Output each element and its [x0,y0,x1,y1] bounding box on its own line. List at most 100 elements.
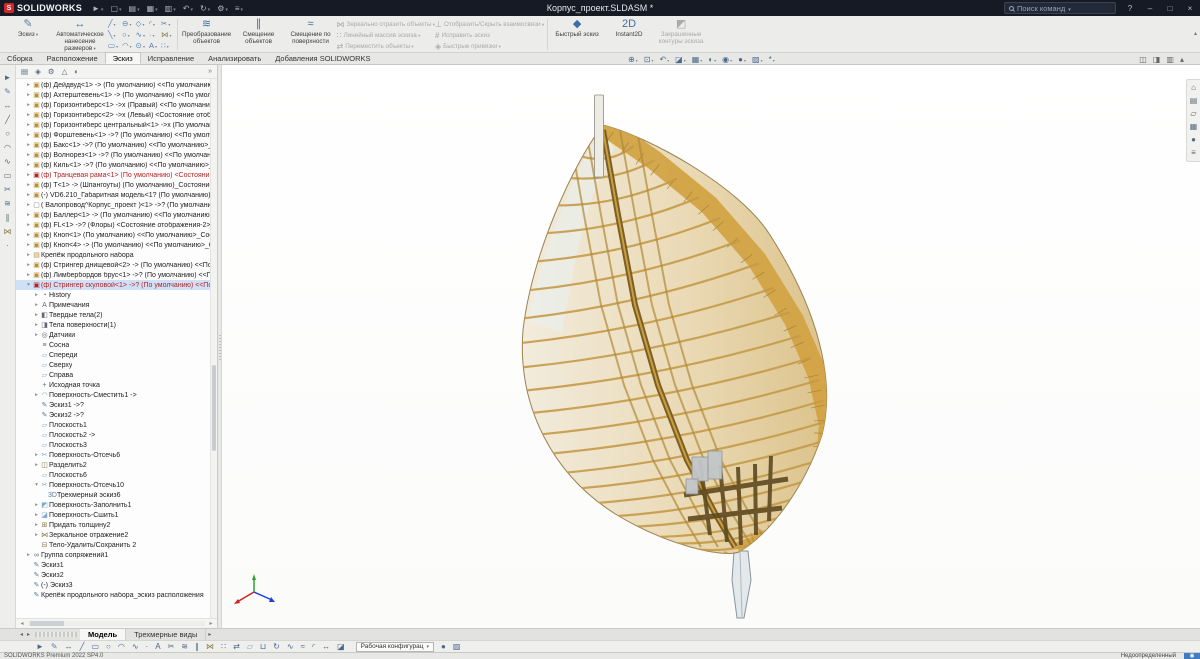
loft-icon[interactable]: ≈ [301,642,305,652]
tab-scroll-strip[interactable] [35,632,77,637]
appearances-tab-icon[interactable]: ● [1191,136,1196,144]
line-icon[interactable]: ╱ [80,642,85,652]
expand-arrow-icon[interactable] [33,482,40,488]
expand-arrow-icon[interactable] [25,82,32,88]
fillet-tool-button[interactable]: ◜ [149,19,157,28]
expand-arrow-icon[interactable] [33,462,40,468]
display-pane-icon[interactable]: ◨ [1153,55,1161,64]
command-tab[interactable]: Исправление [141,52,201,64]
mirror-icon[interactable]: ⋈ [4,227,12,236]
scroll-right-icon[interactable]: ▸ [207,620,215,627]
tree-vertical-scrollbar[interactable] [210,79,217,618]
previous-view-icon[interactable]: ↶ [659,55,669,64]
ribbon-button[interactable]: 2D Instant2D [603,17,655,52]
tree-item[interactable]: ◔ History [16,290,210,300]
tree-item[interactable]: ◫ Разделить2 [16,460,210,470]
zoom-area-icon[interactable]: ⊡ [644,55,654,64]
tree-item[interactable]: ▣ (-) VD6.210_Габаритная модель<1? (По у… [16,190,210,200]
configurationmanager-tab-icon[interactable]: ⚙ [48,67,55,76]
scene-icon[interactable]: ▨ [752,55,763,64]
graphics-area[interactable]: ⌂ ▤ ▱ ▦ ● ≡ [222,65,1200,628]
ellipse-tool-button[interactable]: ⊙ [136,41,145,50]
scene-icon[interactable]: ▨ [453,642,461,652]
select-icon[interactable]: ► [36,642,44,652]
expand-arrow-icon[interactable] [33,502,40,508]
tree-item[interactable]: ▢ ( Валопровод^Корпус_проект )<1> ->? (П… [16,200,210,210]
new-document-button[interactable]: ▢ [110,4,121,13]
tree-item[interactable]: ▣ (ф) FL<1> ->? (Флоры) <Состояние отобр… [16,220,210,230]
ribbon-button[interactable]: ↔ Автоматическое нанесение размеров [54,17,106,52]
expand-arrow-icon[interactable] [25,182,32,188]
tree-item[interactable]: ⊞ Придать толщину2 [16,520,210,530]
ribbon-button[interactable]: # Исправить эскиз [435,30,544,41]
command-tab[interactable]: Эскиз [105,52,141,64]
task-pane-icon[interactable]: ▥ [1166,55,1174,64]
stem-post[interactable] [595,95,604,177]
tree-item[interactable]: ▱ Справа [16,370,210,380]
tree-item[interactable]: ▣ (ф) Стрингер скуловой<1> ->? (По умолч… [16,280,210,290]
arc-icon[interactable]: ◠ [4,143,11,152]
propertymanager-tab-icon[interactable]: ◈ [35,67,41,76]
expand-arrow-icon[interactable] [33,332,40,338]
convert-entities-icon[interactable]: ≋ [4,199,11,208]
save-button[interactable]: ▦ [147,4,158,13]
rebuild-button[interactable]: ↻ [200,4,210,13]
point-icon[interactable]: · [6,241,9,250]
circle-tool-button[interactable]: ○ [122,30,132,39]
expand-arrow-icon[interactable] [25,272,32,278]
expand-arrow-icon[interactable] [25,192,32,198]
ribbon-button[interactable]: ≋ Преобразование объектов [181,17,233,52]
circle-icon[interactable]: ○ [106,642,111,652]
ribbon-button[interactable]: ∥ Смещение объектов [233,17,285,52]
rectangle-icon[interactable]: ▭ [4,171,12,180]
options-gear-button[interactable]: ⚙ [217,4,228,13]
collapse-arrow-icon[interactable]: ▴ [1180,55,1184,64]
expand-arrow-icon[interactable] [25,122,32,128]
tree-item[interactable]: ◨ Тела поверхности(1) [16,320,210,330]
tab-overflow-icon[interactable]: ▸ [206,629,213,640]
tree-item[interactable]: ▣ (ф) Т<1> -> (Шпангоуты) (По умолчанию)… [16,180,210,190]
line-icon[interactable]: ╱ [5,115,10,124]
select-icon[interactable]: ► [4,73,12,82]
expand-arrow-icon[interactable] [33,312,40,318]
design-library-icon[interactable]: ▤ [1190,97,1198,105]
custom-properties-icon[interactable]: ≡ [1191,149,1196,157]
scrollbar-thumb[interactable] [30,621,64,626]
ribbon-button[interactable]: ◈ Быстрые привязки [435,41,544,52]
view-orientation-icon[interactable]: ▦ [692,55,703,64]
linear-pattern-tool-button[interactable]: ∷ [161,41,172,50]
tree-horizontal-scrollbar[interactable]: ◂ ▸ [16,618,217,628]
scroll-left-icon[interactable]: ◂ [18,620,26,627]
point-tool-button[interactable]: · [149,30,157,39]
expand-arrow-icon[interactable] [33,292,40,298]
tree-item[interactable]: ▱ Плоскость3 [16,440,210,450]
sketch-icon[interactable]: ✎ [51,642,58,652]
extrude-icon[interactable]: ⊔ [260,642,266,652]
scrollbar-thumb[interactable] [212,365,216,451]
command-tab[interactable]: Сборка [0,52,40,64]
sweep-icon[interactable]: ∿ [287,642,294,652]
centerline-tool-button[interactable]: ╲ [108,30,118,39]
plane-icon[interactable]: ▱ [247,642,253,652]
expand-arrow-icon[interactable] [25,262,32,268]
model-tab[interactable]: Модель [80,629,126,640]
tree-item[interactable]: ▱ Плоскость1 [16,420,210,430]
tree-item[interactable]: ✎ Эскиз2 [16,570,210,580]
tree-item[interactable]: ▱ Плоскость2 -> [16,430,210,440]
text-tool-button[interactable]: A [149,41,157,50]
ribbon-collapse-icon[interactable]: ▴ [1194,30,1197,37]
expand-arrow-icon[interactable] [33,302,40,308]
ribbon-button[interactable]: ◆ Быстрый эскиз [551,17,603,52]
ribbon-button[interactable]: ⇄ Переместить объекты [337,41,435,52]
revolve-icon[interactable]: ↻ [273,642,280,652]
maximize-button[interactable]: □ [1164,4,1176,13]
expand-arrow-icon[interactable] [25,222,32,228]
slot-tool-button[interactable]: ⊖ [122,19,132,28]
expand-arrow-icon[interactable] [25,552,32,558]
tree-item[interactable]: ◪ Поверхность-Сшить1 [16,510,210,520]
tree-item[interactable]: ◩ Поверхность-Заполнить1 [16,500,210,510]
tree-item[interactable]: ▣ (ф) Горизонтиберс<2> ->x (Левый) <Сост… [16,110,210,120]
expand-arrow-icon[interactable] [25,92,32,98]
model-tab[interactable]: Трехмерные виды [126,629,206,640]
spline-icon[interactable]: ∿ [4,157,11,166]
